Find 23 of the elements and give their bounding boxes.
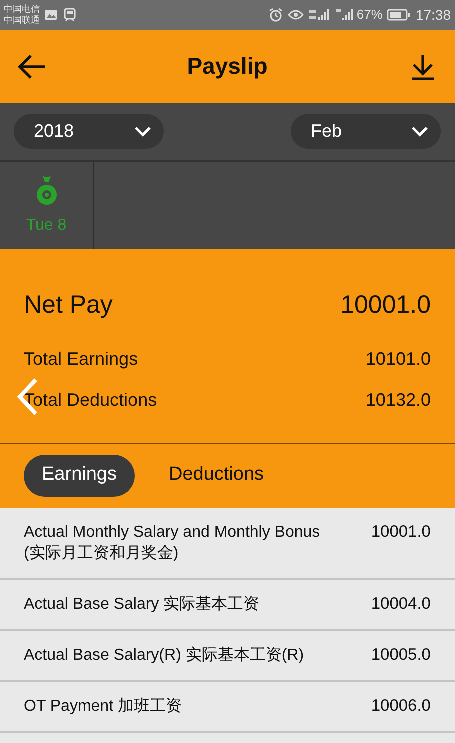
earning-amount: 10001.0	[371, 522, 431, 542]
summary-value: 10132.0	[366, 388, 431, 412]
earning-name: Actual Base Salary 实际基本工资	[24, 594, 261, 614]
tab[interactable]: Earnings	[24, 454, 135, 496]
earning-amount: 10005.0	[371, 644, 431, 666]
summary-label: Total Earnings	[24, 348, 138, 371]
carrier-name: 中国联通	[4, 15, 40, 26]
summary-value: 10101.0	[366, 348, 431, 370]
earning-name: Actual Base Salary(R) 实际基本工资(R)	[24, 646, 306, 666]
battery-percent: 67%	[356, 6, 383, 24]
page-title: Payslip	[187, 52, 268, 82]
earning-amount: 10006.0	[371, 696, 431, 716]
dropdown-select[interactable]: 2018	[14, 114, 164, 149]
net-pay-amount: 10001.0	[340, 290, 431, 321]
summary-label: Total Deductions	[24, 388, 158, 412]
clock-time: 17:38	[416, 6, 451, 24]
net-pay-label: Net Pay	[24, 290, 113, 321]
dropdown-select[interactable]: Feb	[291, 114, 441, 149]
earning-name: Actual Monthly Salary and Monthly Bonus (实际月工资和月奖金)	[24, 522, 322, 564]
earning-name: OT Payment 加班工资	[24, 696, 183, 716]
earning-amount: 10004.0	[371, 594, 431, 614]
carrier-name: 中国电信	[4, 4, 40, 15]
tab[interactable]: Deductions	[151, 454, 282, 496]
